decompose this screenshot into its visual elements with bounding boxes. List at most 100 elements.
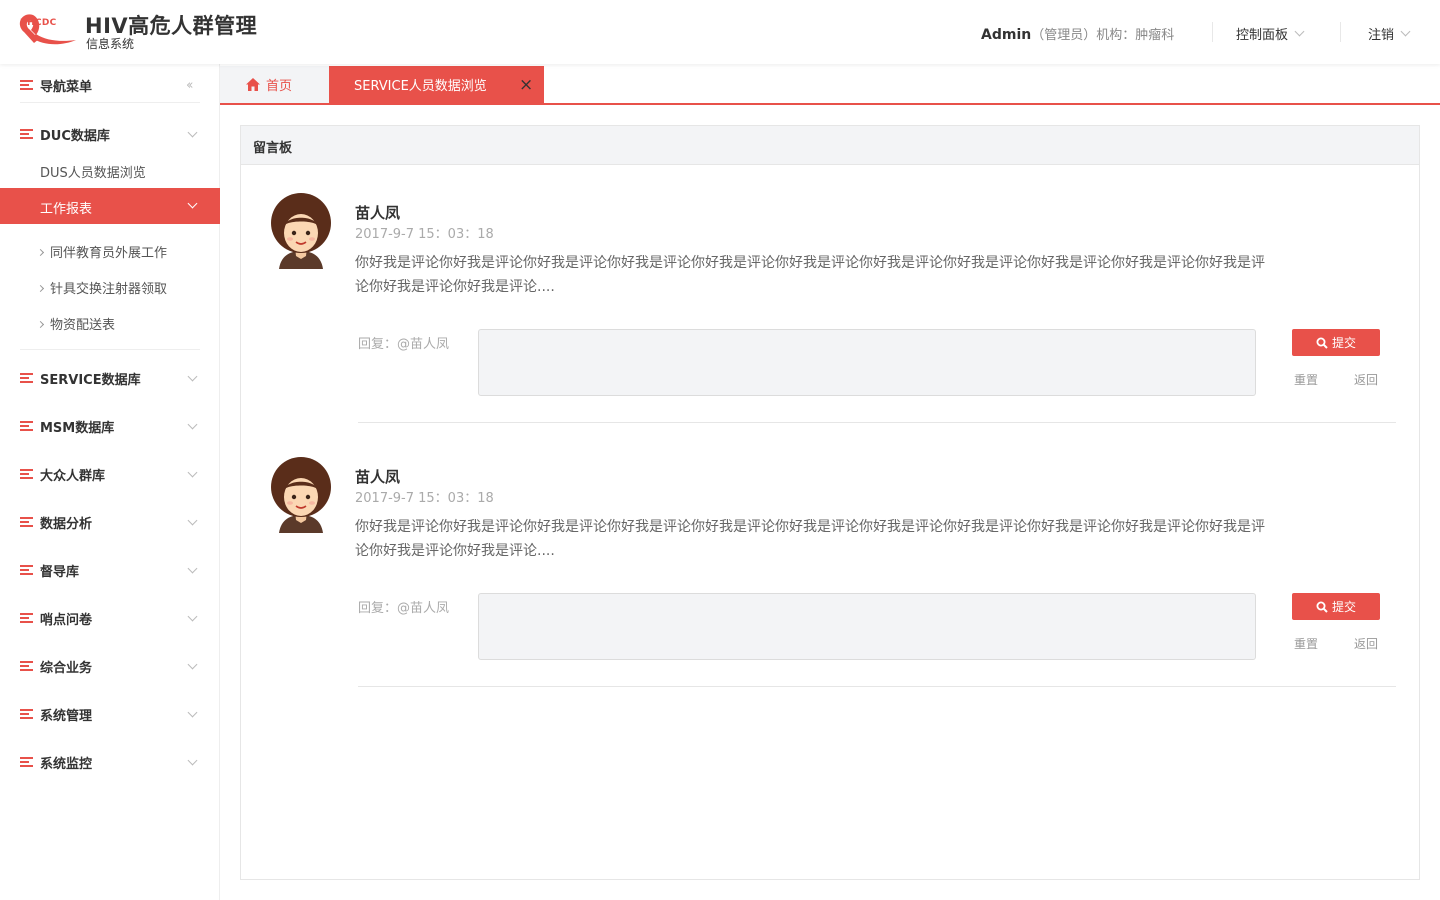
comment-item: 苗人凤 2017-9-7 15：03：18 你好我是评论你好我是评论你好我是评论…	[241, 429, 1419, 693]
sidebar-subitem[interactable]: 物资配送表	[36, 314, 116, 333]
sidebar-item-label: DUC数据库	[40, 128, 110, 144]
chevron-down-icon	[187, 419, 198, 430]
menu-list-icon	[20, 421, 33, 432]
org-name: 肿瘤科	[1135, 28, 1175, 43]
back-link[interactable]: 返回	[1354, 371, 1378, 388]
chevron-down-icon	[187, 755, 198, 766]
sidebar-item-label: 督导库	[40, 564, 80, 580]
sidebar-item-sentinel[interactable]: 哨点问卷	[0, 600, 220, 636]
sidebar-item-supervision[interactable]: 督导库	[0, 552, 220, 588]
reply-label: 回复：@苗人凤	[358, 337, 450, 352]
sidebar-divider	[20, 102, 200, 103]
reset-link[interactable]: 重置	[1294, 371, 1318, 388]
sidebar-subitem-label: 同伴教育员外展工作	[50, 246, 168, 261]
chevron-down-icon	[187, 467, 198, 478]
comment-author: 苗人凤	[355, 468, 401, 486]
search-icon	[1316, 601, 1328, 613]
sidebar-subitem[interactable]: 针具交换注射器领取	[36, 278, 168, 297]
sidebar-item-label: 综合业务	[40, 660, 93, 676]
sidebar-item-duc[interactable]: DUC数据库	[0, 116, 220, 152]
menu-list-icon	[20, 373, 33, 384]
chevron-down-icon	[187, 611, 198, 622]
sidebar-subitem-label: 物资配送表	[50, 318, 116, 333]
submit-button[interactable]: 提交	[1292, 593, 1380, 620]
panel-title: 留言板	[253, 141, 293, 156]
sidebar-item-work-report[interactable]: 工作报表	[0, 188, 220, 224]
sidebar-item-public[interactable]: 大众人群库	[0, 456, 220, 492]
sidebar-item-analysis[interactable]: 数据分析	[0, 504, 220, 540]
sidebar-item-system-monitor[interactable]: 系统监控	[0, 744, 220, 780]
sidebar-item-label: 系统监控	[40, 756, 93, 772]
close-icon[interactable]: ×	[519, 75, 533, 95]
org-label: 机构：	[1096, 28, 1136, 43]
menu-list-icon	[20, 517, 33, 528]
sidebar-item-label: 数据分析	[40, 516, 93, 532]
app-subtitle: 信息系统	[86, 37, 135, 51]
chevron-down-icon	[187, 371, 198, 382]
control-panel-label: 控制面板	[1236, 28, 1289, 43]
user-info: Admin（管理员）机构：肿瘤科	[981, 24, 1174, 43]
search-icon	[1316, 337, 1328, 349]
sidebar-nav-header[interactable]: 导航菜单 ‹‹	[0, 67, 220, 103]
user-name: Admin	[981, 27, 1032, 43]
tab-home-label: 首页	[266, 79, 293, 94]
comment-time: 2017-9-7 15：03：18	[355, 227, 494, 242]
sidebar-item-msm[interactable]: MSM数据库	[0, 408, 220, 444]
sidebar-item-label: 哨点问卷	[40, 612, 93, 628]
comment-text: 你好我是评论你好我是评论你好我是评论你好我是评论你好我是评论你好我是评论你好我是…	[355, 519, 1265, 559]
tab-label: SERVICE人员数据浏览	[354, 79, 487, 94]
reply-label: 回复：@苗人凤	[358, 601, 450, 616]
back-link[interactable]: 返回	[1354, 635, 1378, 652]
sidebar-item-label: 大众人群库	[40, 468, 106, 484]
reply-input[interactable]	[478, 593, 1256, 660]
sidebar-item-dus-browse[interactable]: DUS人员数据浏览	[40, 162, 146, 181]
comment-item: 苗人凤 2017-9-7 15：03：18 你好我是评论你好我是评论你好我是评论…	[241, 165, 1419, 429]
sidebar-item-label: SERVICE数据库	[40, 372, 141, 388]
logout-label: 注销	[1368, 28, 1395, 43]
reply-input[interactable]	[478, 329, 1256, 396]
chevron-down-icon	[187, 198, 198, 209]
comment-time: 2017-9-7 15：03：18	[355, 491, 494, 506]
panel-header: 留言板	[241, 126, 1419, 165]
chevron-right-icon	[36, 248, 45, 257]
reset-link[interactable]: 重置	[1294, 635, 1318, 652]
menu-list-icon	[20, 613, 33, 624]
sidebar-divider	[20, 349, 200, 350]
tab-home[interactable]: 首页	[220, 66, 329, 103]
tab-bar: 首页 SERVICE人员数据浏览 ×	[220, 66, 1440, 105]
menu-list-icon	[20, 469, 33, 480]
submit-label: 提交	[1331, 336, 1356, 350]
double-chevron-left-icon[interactable]: ‹‹	[186, 78, 194, 93]
home-icon	[246, 78, 260, 91]
tab-service-browse[interactable]: SERVICE人员数据浏览 ×	[329, 66, 544, 103]
chevron-down-icon	[187, 707, 198, 718]
submit-label: 提交	[1331, 600, 1356, 614]
chevron-down-icon	[1294, 26, 1305, 37]
sidebar-item-service[interactable]: SERVICE数据库	[0, 360, 220, 396]
header-divider	[1340, 22, 1341, 42]
chevron-down-icon	[187, 127, 198, 138]
menu-list-icon	[20, 129, 33, 140]
sidebar-subitem[interactable]: 同伴教育员外展工作	[36, 242, 168, 261]
comment-divider	[358, 422, 1396, 423]
sidebar-item-label: MSM数据库	[40, 420, 115, 436]
sidebar-item-label: 工作报表	[40, 202, 93, 217]
control-panel-dropdown[interactable]: 控制面板	[1236, 24, 1305, 43]
logout-dropdown[interactable]: 注销	[1368, 24, 1411, 43]
sidebar-item-system-admin[interactable]: 系统管理	[0, 696, 220, 732]
sidebar-item-business[interactable]: 综合业务	[0, 648, 220, 684]
message-board-panel: 留言板 苗人凤 2017-9-7 15：03：18 你好我是评论你好我是评论你好…	[240, 125, 1420, 880]
comment-divider	[358, 686, 1396, 687]
logo-text: BHCDC	[20, 18, 57, 28]
sidebar-subitem-label: 针具交换注射器领取	[50, 282, 168, 297]
header-divider	[1212, 22, 1213, 42]
chevron-right-icon	[36, 284, 45, 293]
top-header: BHCDC HIV高危人群管理 信息系统 Admin（管理员）机构：肿瘤科 控制…	[0, 0, 1440, 64]
user-role: （管理员）	[1031, 28, 1097, 43]
comment-author: 苗人凤	[355, 204, 401, 222]
chevron-down-icon	[187, 515, 198, 526]
nav-title: 导航菜单	[40, 79, 93, 95]
avatar-image	[271, 193, 331, 269]
submit-button[interactable]: 提交	[1292, 329, 1380, 356]
chevron-down-icon	[1400, 26, 1411, 37]
